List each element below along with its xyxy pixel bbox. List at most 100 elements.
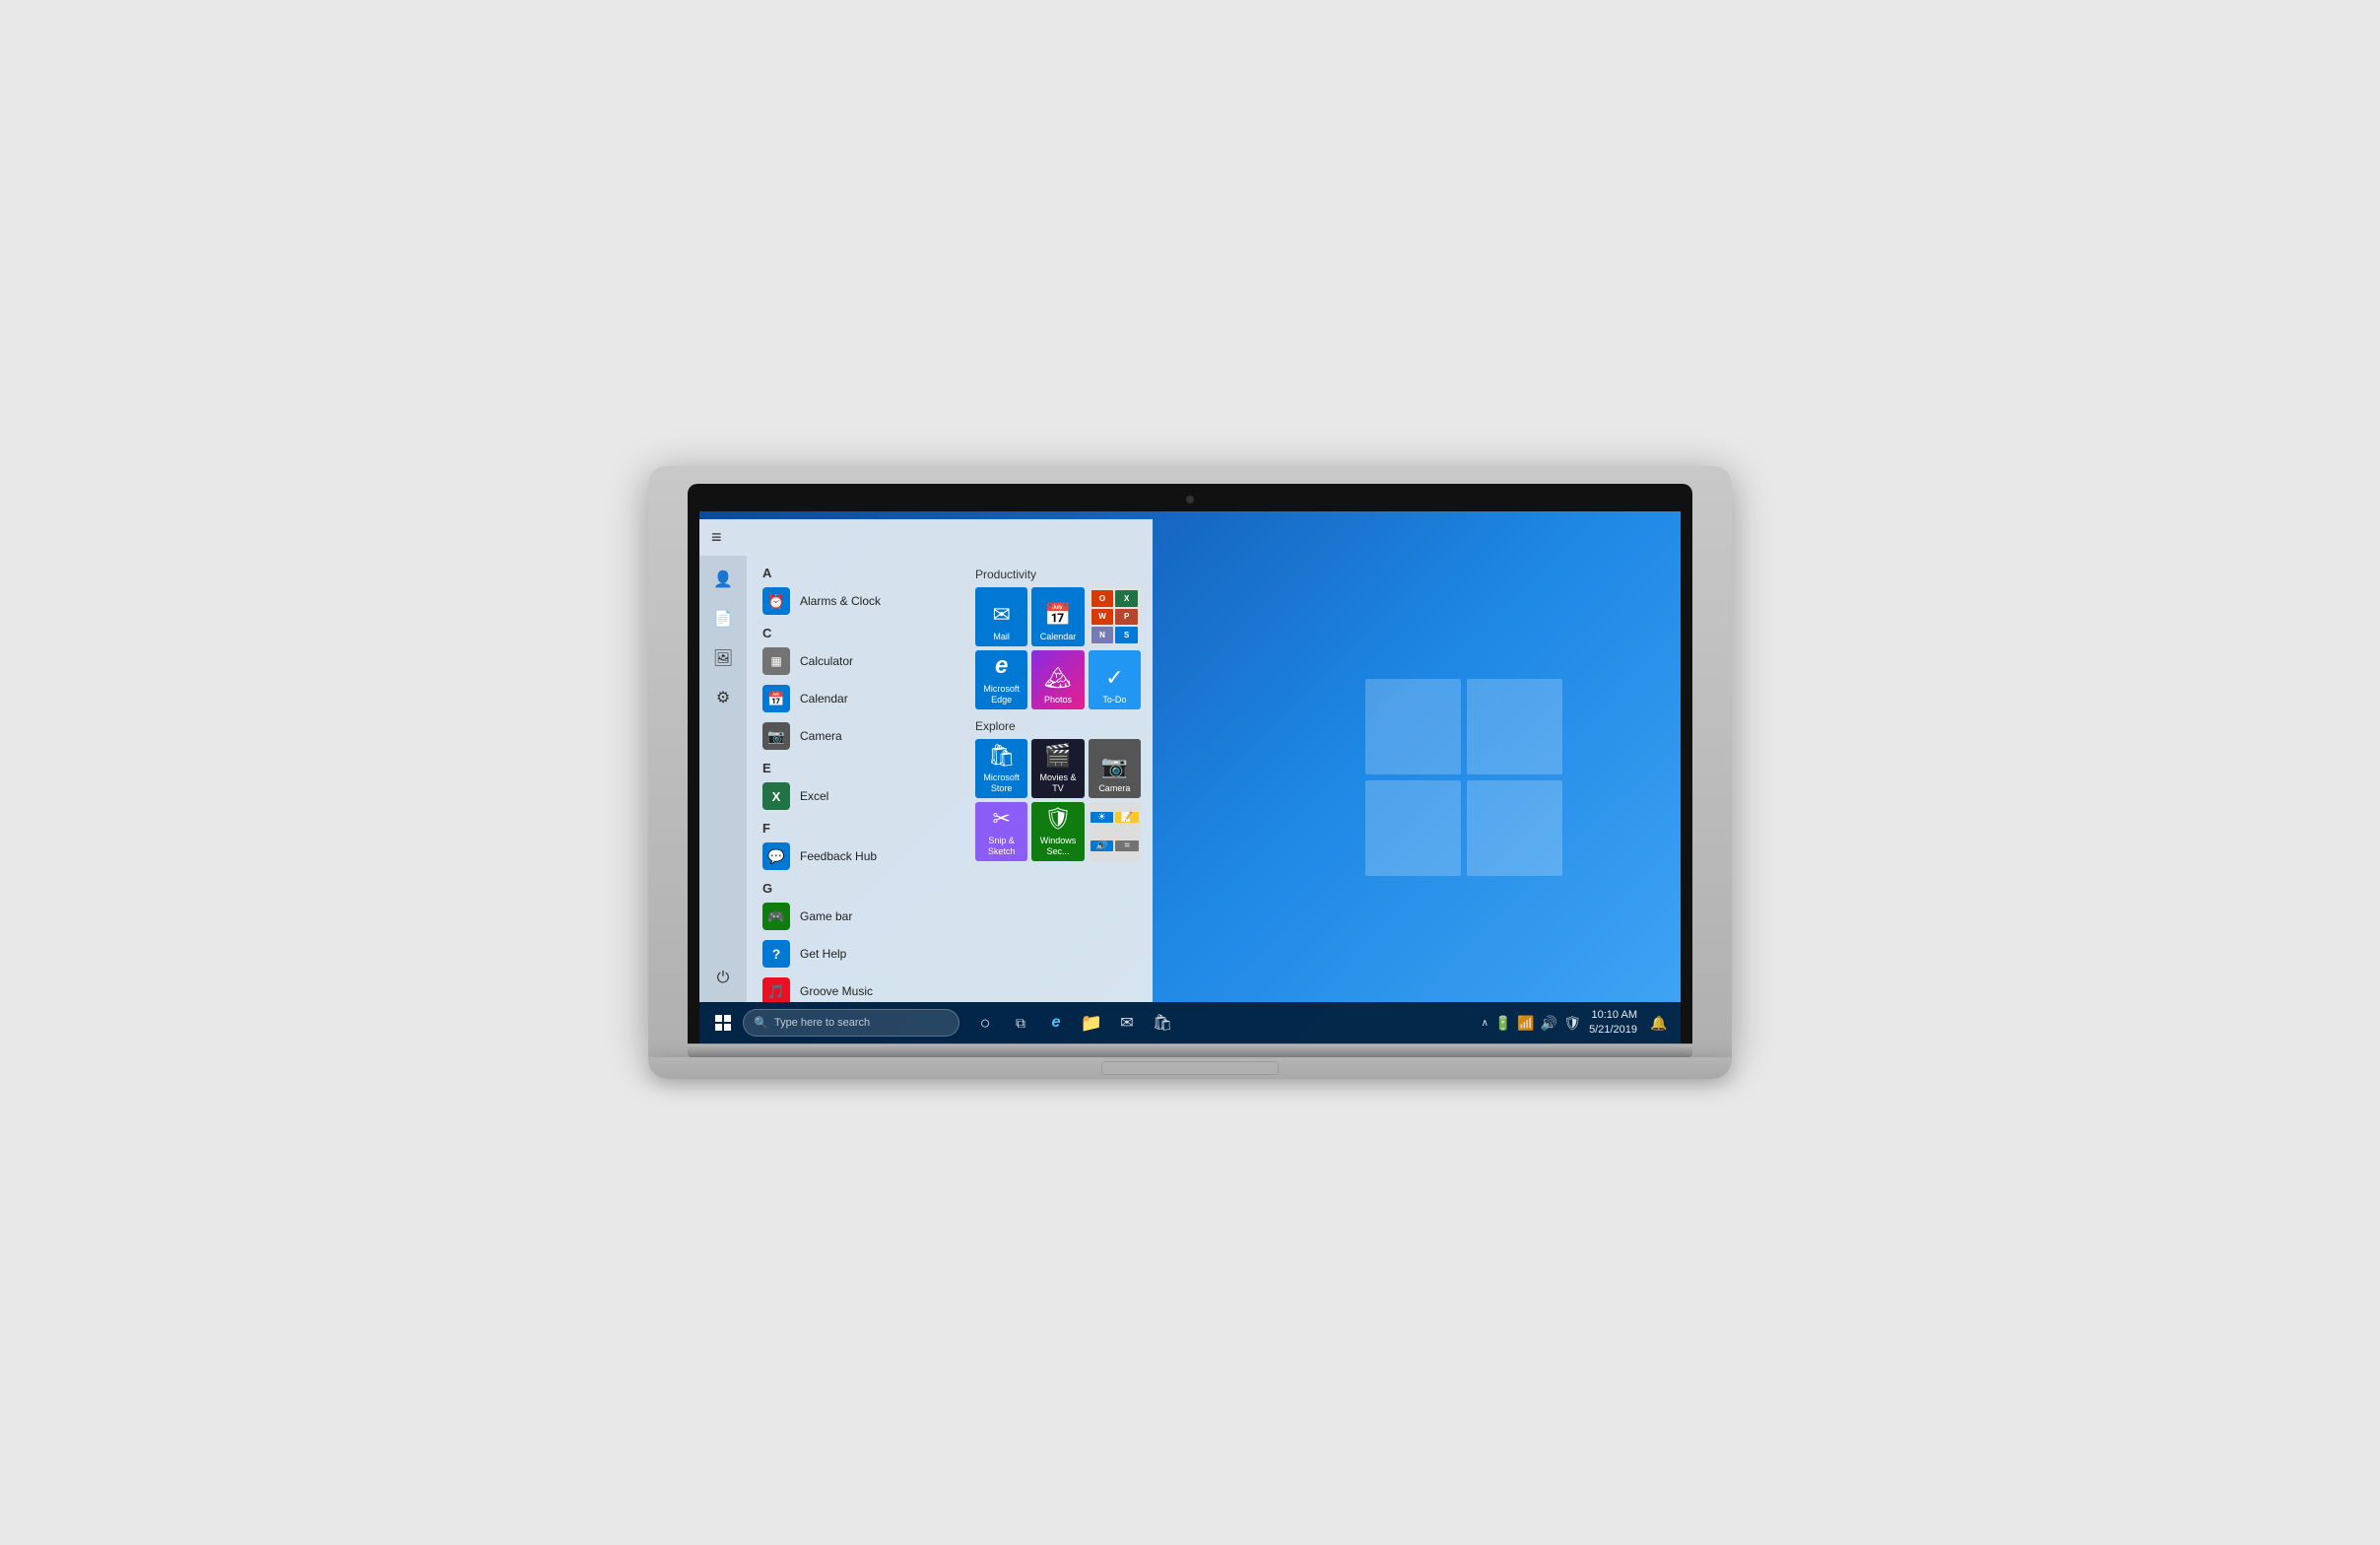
tile-calendar[interactable]: 📅 Calendar (1031, 587, 1084, 646)
clock-time: 10:10 AM (1589, 1008, 1637, 1023)
tiles-area: Productivity ✉ Mail 📅 Calen (963, 556, 1153, 1002)
taskbar: 🔍 Type here to search ○ ⧉ e 📁 ✉ 🛍 ∧ (699, 1002, 1681, 1043)
system-clock[interactable]: 10:10 AM 5/21/2019 (1589, 1008, 1637, 1039)
start-menu: ≡ 👤 📄 🖼 ⚙ ⏻ A (699, 519, 1153, 1002)
win-logo-pane-bl (1365, 780, 1461, 876)
chevron-up-icon[interactable]: ∧ (1482, 1018, 1488, 1029)
calculator-label: Calculator (800, 654, 853, 668)
app-item-alarms[interactable]: ⏰ Alarms & Clock (747, 582, 963, 620)
photos-tile-label: Photos (1044, 695, 1072, 705)
app-item-calendar[interactable]: 📅 Calendar (747, 680, 963, 717)
laptop-body: ≡ 👤 📄 🖼 ⚙ ⏻ A (648, 466, 1732, 1057)
tile-store[interactable]: 🛍 Microsoft Store (975, 739, 1027, 798)
tile-camera-explore[interactable]: 📷 Camera (1089, 739, 1141, 798)
edge-taskbar-icon[interactable]: e (1042, 1009, 1070, 1037)
screen: ≡ 👤 📄 🖼 ⚙ ⏻ A (699, 511, 1681, 1043)
win-pane-br (724, 1024, 731, 1031)
screen-bezel: ≡ 👤 📄 🖼 ⚙ ⏻ A (688, 484, 1692, 1043)
calendar-label: Calendar (800, 692, 848, 705)
taskview-taskbar-icon[interactable]: ⧉ (1007, 1009, 1034, 1037)
gethelp-label: Get Help (800, 947, 846, 961)
win-pane-bl (715, 1024, 722, 1031)
mail-tile-label: Mail (993, 632, 1010, 642)
app-item-gethelp[interactable]: ? Get Help (747, 935, 963, 973)
mail-tile-icon: ✉ (992, 602, 1010, 628)
tile-mail[interactable]: ✉ Mail (975, 587, 1027, 646)
taskbar-search[interactable]: 🔍 Type here to search (743, 1009, 959, 1037)
tile-edge[interactable]: e Microsoft Edge (975, 650, 1027, 709)
app-list: A ⏰ Alarms & Clock C ▦ Calculator (747, 556, 963, 1002)
explorer-taskbar-icon[interactable]: 📁 (1078, 1009, 1105, 1037)
gethelp-icon: ? (762, 940, 790, 968)
sidebar-settings-icon[interactable]: ⚙ (707, 682, 739, 713)
calculator-icon: ▦ (762, 647, 790, 675)
camera-tile-label: Camera (1098, 783, 1130, 794)
trackpad[interactable] (1101, 1061, 1279, 1075)
start-button[interactable] (707, 1007, 739, 1039)
app-item-feedback[interactable]: 💬 Feedback Hub (747, 838, 963, 875)
search-icon: 🔍 (754, 1016, 768, 1030)
windows-desktop-logo (1365, 679, 1562, 876)
explore-section-title: Explore (975, 719, 1141, 733)
excel-icon: X (762, 782, 790, 810)
camera-icon: 📷 (762, 722, 790, 750)
store-taskbar-icon[interactable]: 🛍 (1149, 1009, 1176, 1037)
gamebar-label: Game bar (800, 909, 852, 923)
alarms-label: Alarms & Clock (800, 594, 881, 608)
groove-label: Groove Music (800, 984, 873, 998)
notification-button[interactable]: 🔔 (1645, 1009, 1673, 1037)
sidebar-power-icon[interactable]: ⏻ (707, 963, 739, 994)
section-letter-g: G (747, 875, 963, 898)
app-item-calculator[interactable]: ▦ Calculator (747, 642, 963, 680)
edge-tile-label: Microsoft Edge (979, 684, 1024, 705)
hamburger-button[interactable]: ≡ (711, 527, 722, 548)
calendar-icon: 📅 (762, 685, 790, 712)
battery-icon[interactable]: 🔋 (1494, 1015, 1511, 1032)
sidebar-user-icon[interactable]: 👤 (707, 564, 739, 595)
win-logo-pane-tr (1467, 679, 1562, 774)
tile-office[interactable]: O X W P N S (1089, 587, 1141, 646)
gamebar-icon: 🎮 (762, 903, 790, 930)
start-menu-header: ≡ (699, 519, 1153, 556)
todo-tile-label: To-Do (1102, 695, 1126, 705)
tile-snip[interactable]: ✂ Snip & Sketch (975, 802, 1027, 861)
photos-tile-icon: 🏔 (1044, 665, 1072, 691)
snip-tile-label: Snip & Sketch (979, 836, 1024, 857)
edge-tile-icon: e (995, 652, 1008, 680)
app-item-excel[interactable]: X Excel (747, 777, 963, 815)
tile-todo[interactable]: ✓ To-Do (1089, 650, 1141, 709)
security-icon[interactable]: 🛡 (1563, 1015, 1581, 1032)
windows-start-icon (715, 1015, 731, 1031)
todo-tile-icon: ✓ (1105, 665, 1123, 691)
camera-label: Camera (800, 729, 842, 743)
calendar-tile-label: Calendar (1040, 632, 1077, 642)
cortana-taskbar-icon[interactable]: ○ (971, 1009, 999, 1037)
wifi-icon[interactable]: 📶 (1517, 1015, 1534, 1032)
calendar-tile-icon: 📅 (1044, 602, 1071, 628)
start-menu-body: 👤 📄 🖼 ⚙ ⏻ A ⏰ Alarms & Clock (699, 556, 1153, 1002)
feedback-label: Feedback Hub (800, 849, 877, 863)
mail-taskbar-icon[interactable]: ✉ (1113, 1009, 1141, 1037)
tile-winsec[interactable]: 🛡 Windows Sec... (1031, 802, 1084, 861)
sidebar-photo-icon[interactable]: 🖼 (707, 642, 739, 674)
volume-icon[interactable]: 🔊 (1541, 1015, 1557, 1032)
section-letter-e: E (747, 755, 963, 777)
sidebar-document-icon[interactable]: 📄 (707, 603, 739, 635)
winsec-tile-label: Windows Sec... (1035, 836, 1080, 857)
section-letter-a: A (747, 560, 963, 582)
alarms-icon: ⏰ (762, 587, 790, 615)
system-tray: ∧ 🔋 📶 🔊 🛡 (1482, 1015, 1581, 1032)
win-pane-tl (715, 1015, 722, 1022)
section-letter-f: F (747, 815, 963, 838)
tile-photos[interactable]: 🏔 Photos (1031, 650, 1084, 709)
app-item-groove[interactable]: 🎵 Groove Music (747, 973, 963, 1002)
taskbar-right: ∧ 🔋 📶 🔊 🛡 10:10 AM 5/21/2019 🔔 (1482, 1008, 1673, 1039)
laptop: ≡ 👤 📄 🖼 ⚙ ⏻ A (648, 466, 1732, 1079)
app-item-camera[interactable]: 📷 Camera (747, 717, 963, 755)
productivity-section-title: Productivity (975, 568, 1141, 581)
app-item-gamebar[interactable]: 🎮 Game bar (747, 898, 963, 935)
tile-movies[interactable]: 🎬 Movies & TV (1031, 739, 1084, 798)
tile-small-group[interactable]: ☀ 📝 🔊 = (1089, 802, 1141, 861)
win-logo-pane-tl (1365, 679, 1461, 774)
store-tile-icon: 🛍 (988, 743, 1016, 769)
